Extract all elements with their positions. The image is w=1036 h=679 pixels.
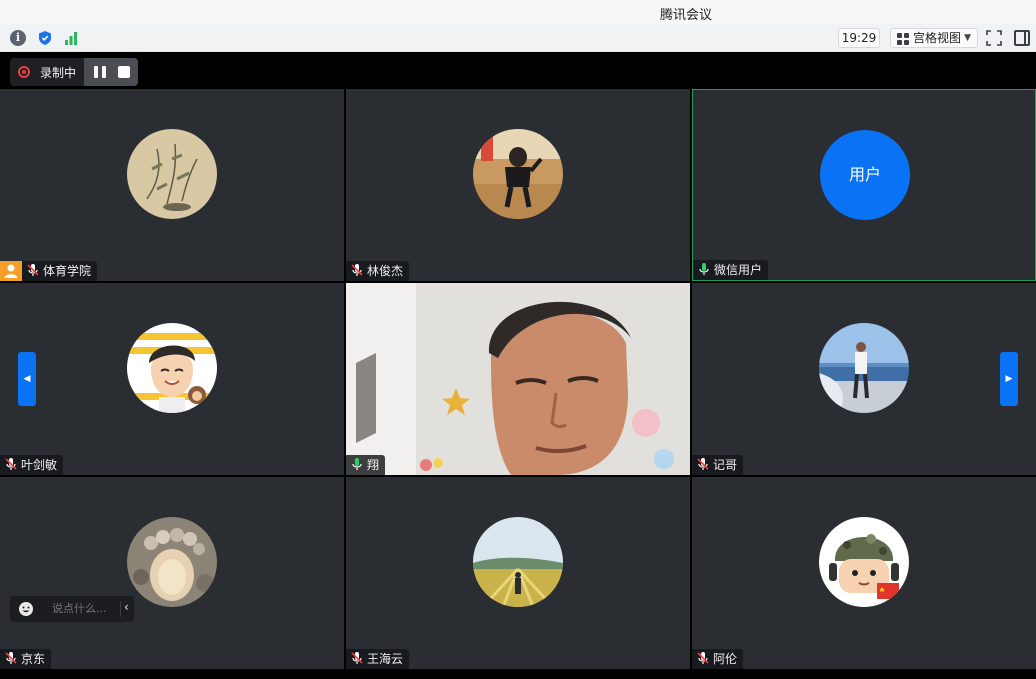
meeting-toolbar: i 19:29 宫格视图 ▼ bbox=[0, 24, 1036, 52]
collapse-chat-icon[interactable]: ‹ bbox=[124, 600, 129, 614]
participant-name: 叶剑敏 bbox=[21, 458, 58, 472]
recording-status-label: 录制中 bbox=[40, 66, 77, 80]
participant-tile[interactable]: 京东 bbox=[0, 477, 344, 669]
participant-tile-active[interactable]: 用户 微信用户 bbox=[692, 89, 1036, 281]
participant-name-tag: 阿伦 bbox=[692, 649, 744, 669]
mic-muted-icon bbox=[697, 652, 709, 664]
mic-muted-icon bbox=[351, 264, 363, 276]
participant-name: 微信用户 bbox=[714, 263, 763, 277]
grid-view-icon bbox=[897, 33, 909, 45]
mic-muted-icon bbox=[27, 264, 39, 276]
pause-recording-button[interactable] bbox=[94, 66, 106, 78]
participant-name: 阿伦 bbox=[713, 652, 738, 666]
window-title: 腾讯会议 bbox=[659, 8, 712, 23]
participant-name: 翔 bbox=[367, 458, 380, 472]
divider bbox=[120, 601, 121, 617]
chat-bar: ‹ bbox=[10, 596, 134, 622]
participant-name-tag: 微信用户 bbox=[693, 260, 769, 280]
recording-bar: 录制中 bbox=[10, 58, 138, 86]
mic-muted-icon bbox=[351, 652, 363, 664]
participant-video-tile[interactable]: 翔 bbox=[346, 283, 690, 475]
participant-name: 王海云 bbox=[367, 652, 404, 666]
participant-name-tag: 叶剑敏 bbox=[0, 455, 64, 475]
host-icon bbox=[0, 261, 22, 281]
participant-tile[interactable]: 记哥 bbox=[692, 283, 1036, 475]
participant-tile[interactable]: 阿伦 bbox=[692, 477, 1036, 669]
chat-input[interactable] bbox=[52, 602, 112, 615]
stop-recording-button[interactable] bbox=[118, 66, 130, 78]
participant-name-tag: 林俊杰 bbox=[346, 261, 410, 281]
meeting-clock: 19:29 bbox=[838, 28, 880, 48]
participant-tile[interactable]: 体育学院 bbox=[0, 89, 344, 281]
mic-muted-icon bbox=[697, 458, 709, 470]
participant-tile[interactable]: 王海云 bbox=[346, 477, 690, 669]
participant-tile[interactable]: 叶剑敏 bbox=[0, 283, 344, 475]
participant-avatar bbox=[473, 129, 563, 219]
shield-icon[interactable] bbox=[37, 30, 53, 46]
mic-muted-icon bbox=[5, 652, 17, 664]
recording-indicator-icon bbox=[18, 66, 30, 78]
participant-name-tag: 王海云 bbox=[346, 649, 410, 669]
participant-name-tag: 京东 bbox=[0, 649, 52, 669]
view-mode-label: 宫格视图 bbox=[913, 31, 962, 45]
mic-on-icon bbox=[699, 263, 709, 275]
participant-avatar bbox=[819, 323, 909, 413]
participant-name-tag: 记哥 bbox=[692, 455, 744, 475]
participant-tile[interactable]: 林俊杰 bbox=[346, 89, 690, 281]
participant-avatar bbox=[127, 129, 217, 219]
participant-name: 林俊杰 bbox=[367, 264, 404, 278]
mic-on-icon bbox=[352, 458, 362, 470]
fullscreen-icon[interactable] bbox=[986, 30, 1002, 46]
mic-muted-icon bbox=[5, 458, 17, 470]
participant-name: 体育学院 bbox=[43, 264, 92, 278]
participant-video-feed bbox=[346, 283, 690, 475]
participant-avatar bbox=[127, 323, 217, 413]
caret-down-icon: ▼ bbox=[964, 33, 971, 43]
participant-name: 京东 bbox=[21, 652, 46, 666]
info-icon[interactable]: i bbox=[10, 30, 26, 46]
participant-avatar bbox=[473, 517, 563, 607]
participant-name: 记哥 bbox=[713, 458, 738, 472]
signal-icon[interactable] bbox=[63, 30, 79, 46]
participant-avatar-text: 用户 bbox=[820, 130, 910, 220]
participant-avatar bbox=[819, 517, 909, 607]
view-mode-dropdown[interactable]: 宫格视图 ▼ bbox=[890, 28, 978, 48]
participant-name-tag: 体育学院 bbox=[22, 261, 98, 281]
previous-page-button[interactable]: ◀ bbox=[18, 352, 36, 406]
next-page-button[interactable]: ▶ bbox=[1000, 352, 1018, 406]
recording-controls bbox=[84, 58, 138, 86]
title-bar: 腾讯会议 bbox=[0, 0, 1036, 24]
side-panel-icon[interactable] bbox=[1014, 30, 1030, 46]
participant-name-tag: 翔 bbox=[346, 455, 386, 475]
participant-avatar bbox=[127, 517, 217, 607]
emoji-icon[interactable] bbox=[18, 601, 34, 617]
